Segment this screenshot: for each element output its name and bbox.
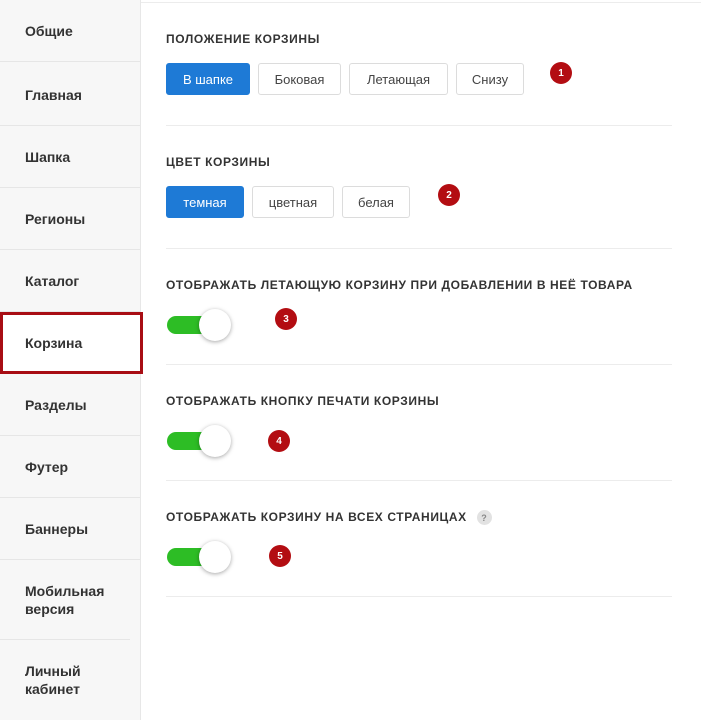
sidebar-item-label: Общие — [25, 22, 73, 39]
sidebar-item-label: Шапка — [25, 148, 71, 165]
sidebar-item-general[interactable]: Общие — [0, 0, 140, 62]
color-colored-button[interactable]: цветная — [252, 186, 334, 218]
sidebar-item-label: Разделы — [25, 396, 87, 413]
sidebar-item-account[interactable]: Личный кабинет — [0, 640, 130, 720]
print-button-title: ОТОБРАЖАТЬ КНОПКУ ПЕЧАТИ КОРЗИНЫ — [166, 394, 440, 408]
sidebar-item-banners[interactable]: Баннеры — [0, 498, 140, 560]
marker-badge-1: 1 — [550, 62, 572, 84]
section-divider — [166, 248, 672, 249]
sidebar-item-label: Личный кабинет — [25, 663, 81, 697]
sidebar-item-label: Корзина — [25, 334, 83, 351]
sidebar-item-label: Регионы — [25, 210, 86, 227]
help-icon[interactable]: ? — [476, 510, 492, 526]
toggle-knob — [199, 425, 231, 457]
sidebar-item-footer[interactable]: Футер — [0, 436, 140, 498]
sidebar: Общие Главная Шапка Регионы Каталог Корз… — [0, 0, 143, 720]
sidebar-item-sections[interactable]: Разделы — [0, 374, 140, 436]
all-pages-title: ОТОБРАЖАТЬ КОРЗИНУ НА ВСЕХ СТРАНИЦАХ — [166, 510, 467, 524]
sidebar-item-main[interactable]: Главная — [0, 64, 140, 126]
fly-cart-title: ОТОБРАЖАТЬ ЛЕТАЮЩУЮ КОРЗИНУ ПРИ ДОБАВЛЕН… — [166, 278, 633, 292]
section-divider — [166, 125, 672, 126]
marker-badge-3: 3 — [275, 308, 297, 330]
sidebar-item-label: Каталог — [25, 272, 80, 289]
position-side-button[interactable]: Боковая — [258, 63, 341, 95]
section-divider — [166, 364, 672, 365]
marker-badge-5: 5 — [269, 545, 291, 567]
toggle-knob — [199, 309, 231, 341]
sidebar-item-mobile[interactable]: Мобильная версия — [0, 560, 130, 640]
sidebar-item-label: Главная — [25, 86, 82, 103]
sidebar-item-label: Футер — [25, 458, 69, 475]
cart-color-title: ЦВЕТ КОРЗИНЫ — [166, 155, 271, 169]
position-header-button[interactable]: В шапке — [166, 63, 250, 95]
color-dark-button[interactable]: темная — [166, 186, 244, 218]
section-divider — [166, 596, 672, 597]
settings-page: Общие Главная Шапка Регионы Каталог Корз… — [0, 0, 701, 720]
section-divider — [166, 480, 672, 481]
marker-badge-4: 4 — [268, 430, 290, 452]
marker-badge-2: 2 — [438, 184, 460, 206]
sidebar-item-label: Мобильная версия — [25, 582, 105, 617]
toggle-knob — [199, 541, 231, 573]
sidebar-item-cart[interactable]: Корзина — [0, 312, 143, 374]
top-divider — [141, 0, 701, 3]
all-pages-title-row: ОТОБРАЖАТЬ КОРЗИНУ НА ВСЕХ СТРАНИЦАХ? — [166, 510, 492, 526]
sidebar-item-catalog[interactable]: Каталог — [0, 250, 140, 312]
sidebar-item-regions[interactable]: Регионы — [0, 188, 140, 250]
position-bottom-button[interactable]: Снизу — [456, 63, 524, 95]
color-white-button[interactable]: белая — [342, 186, 410, 218]
all-pages-toggle[interactable] — [167, 541, 231, 573]
sidebar-item-label: Баннеры — [25, 520, 89, 537]
cart-color-options: темная цветная белая — [166, 186, 410, 218]
cart-position-options: В шапке Боковая Летающая Снизу — [166, 63, 524, 95]
cart-position-title: ПОЛОЖЕНИЕ КОРЗИНЫ — [166, 32, 320, 46]
print-button-toggle[interactable] — [167, 425, 231, 457]
fly-cart-toggle[interactable] — [167, 309, 231, 341]
position-flying-button[interactable]: Летающая — [349, 63, 448, 95]
sidebar-item-header[interactable]: Шапка — [0, 126, 140, 188]
